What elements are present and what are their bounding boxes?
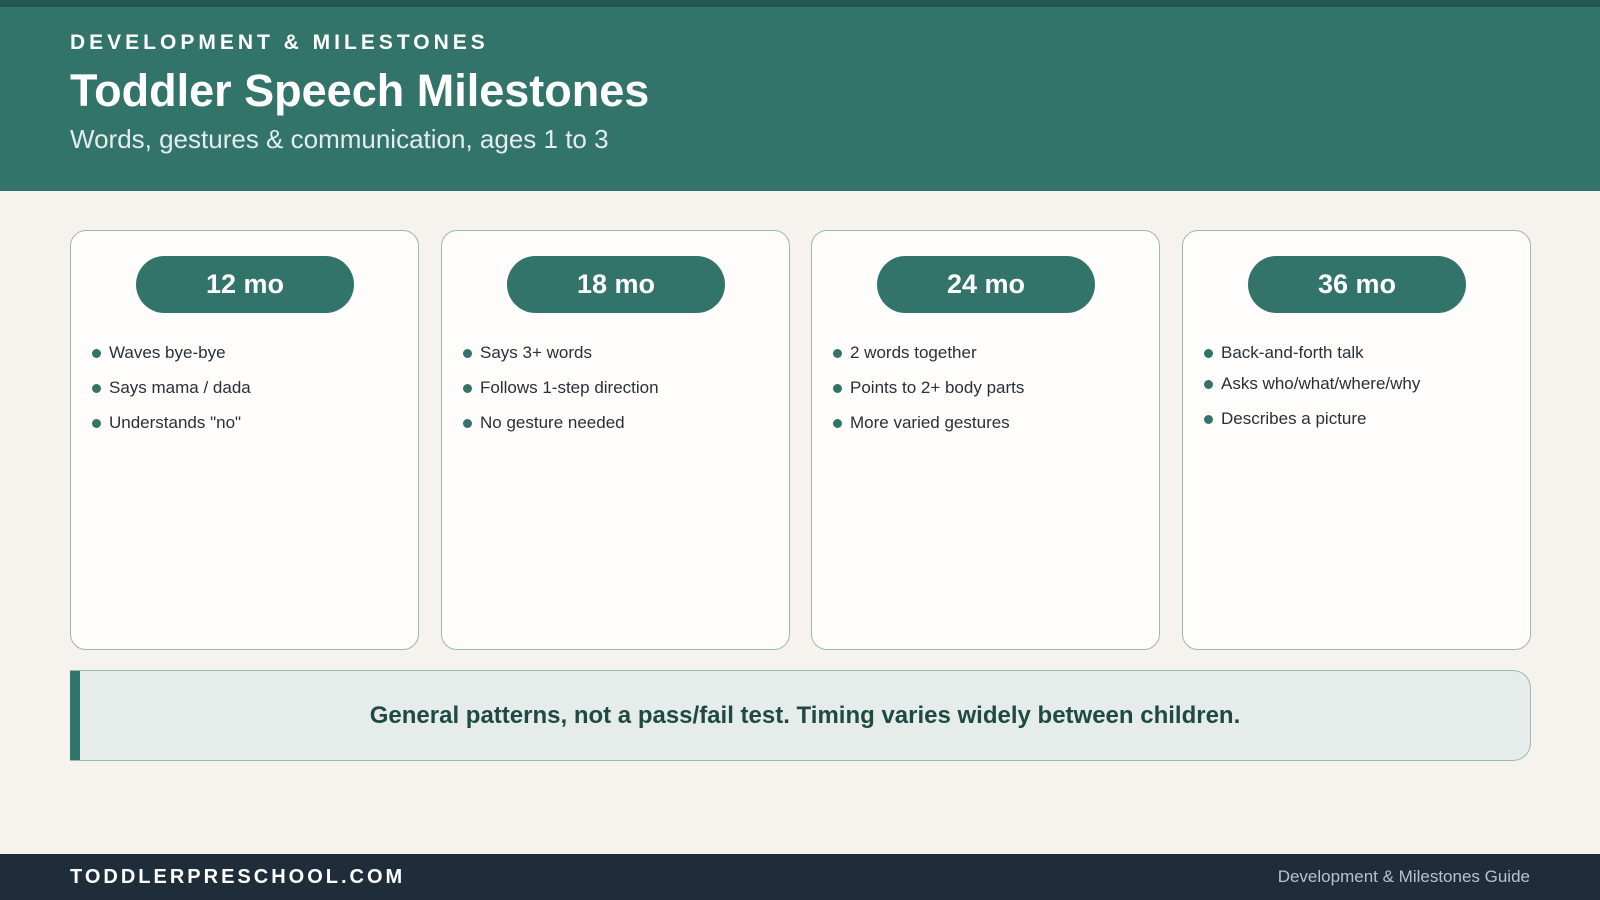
list-item: Asks who/what/where/why [1203, 374, 1420, 409]
list-item: Says mama / dada [91, 378, 251, 413]
list-item-text: Back-and-forth talk [1221, 343, 1364, 362]
age-badge: 12 mo [136, 256, 354, 313]
list-item-text: Says mama / dada [109, 378, 251, 397]
list-item-text: Describes a picture [1221, 409, 1367, 428]
list-item-text: Follows 1-step direction [480, 378, 659, 397]
list-item-text: Points to 2+ body parts [850, 378, 1025, 397]
list-item-text: No gesture needed [480, 413, 625, 432]
bullet-icon [833, 419, 842, 428]
milestone-list: Says 3+ words Follows 1-step direction N… [462, 343, 659, 448]
age-badge: 24 mo [877, 256, 1095, 313]
milestone-card-12mo: 12 mo Waves bye-bye Says mama / dada Und… [70, 230, 419, 650]
bullet-icon [1204, 349, 1213, 358]
bullet-icon [92, 419, 101, 428]
list-item-text: More varied gestures [850, 413, 1010, 432]
list-item: More varied gestures [832, 413, 1024, 448]
list-item: Says 3+ words [462, 343, 659, 378]
milestone-list: Back-and-forth talk Asks who/what/where/… [1203, 343, 1420, 444]
list-item-text: 2 words together [850, 343, 977, 362]
list-item: Back-and-forth talk [1203, 343, 1420, 378]
list-item: Points to 2+ body parts [832, 378, 1024, 413]
bullet-icon [1204, 380, 1213, 389]
age-badge: 36 mo [1248, 256, 1466, 313]
bullet-icon [463, 349, 472, 358]
milestone-card-36mo: 36 mo Back-and-forth talk Asks who/what/… [1182, 230, 1531, 650]
page-header: DEVELOPMENT & MILESTONES Toddler Speech … [0, 7, 1600, 191]
list-item: Describes a picture [1203, 409, 1420, 444]
list-item: No gesture needed [462, 413, 659, 448]
list-item-text: Understands "no" [109, 413, 242, 432]
age-badge: 18 mo [507, 256, 725, 313]
page-title: Toddler Speech Milestones [70, 65, 650, 116]
milestone-list: 2 words together Points to 2+ body parts… [832, 343, 1024, 448]
list-item-text: Asks who/what/where/why [1221, 374, 1421, 393]
list-item: Follows 1-step direction [462, 378, 659, 413]
header-kicker: DEVELOPMENT & MILESTONES [70, 31, 489, 54]
milestone-card-18mo: 18 mo Says 3+ words Follows 1-step direc… [441, 230, 790, 650]
list-item: 2 words together [832, 343, 1024, 378]
bullet-icon [833, 384, 842, 393]
list-item: Understands "no" [91, 413, 251, 448]
bullet-icon [463, 419, 472, 428]
bullet-icon [463, 384, 472, 393]
page-subtitle: Words, gestures & communication, ages 1 … [70, 124, 609, 154]
bullet-icon [833, 349, 842, 358]
list-item-text: Waves bye-bye [109, 343, 226, 362]
bullet-icon [92, 384, 101, 393]
footer-site-link[interactable]: TODDLERPRESCHOOL.COM [70, 854, 405, 900]
bullet-icon [1204, 415, 1213, 424]
top-accent-strip [0, 0, 1600, 7]
milestone-card-24mo: 24 mo 2 words together Points to 2+ body… [811, 230, 1160, 650]
milestone-cards: 12 mo Waves bye-bye Says mama / dada Und… [70, 230, 1531, 650]
footer-guide-label: Development & Milestones Guide [1277, 867, 1530, 886]
note-accent-bar [70, 671, 80, 760]
note-text: General patterns, not a pass/fail test. … [369, 701, 1241, 729]
milestone-list: Waves bye-bye Says mama / dada Understan… [91, 343, 251, 448]
bullet-icon [92, 349, 101, 358]
list-item-text: Says 3+ words [480, 343, 592, 362]
list-item: Waves bye-bye [91, 343, 251, 378]
disclaimer-note: General patterns, not a pass/fail test. … [70, 670, 1531, 761]
page-footer: TODDLERPRESCHOOL.COM Development & Miles… [0, 854, 1600, 900]
